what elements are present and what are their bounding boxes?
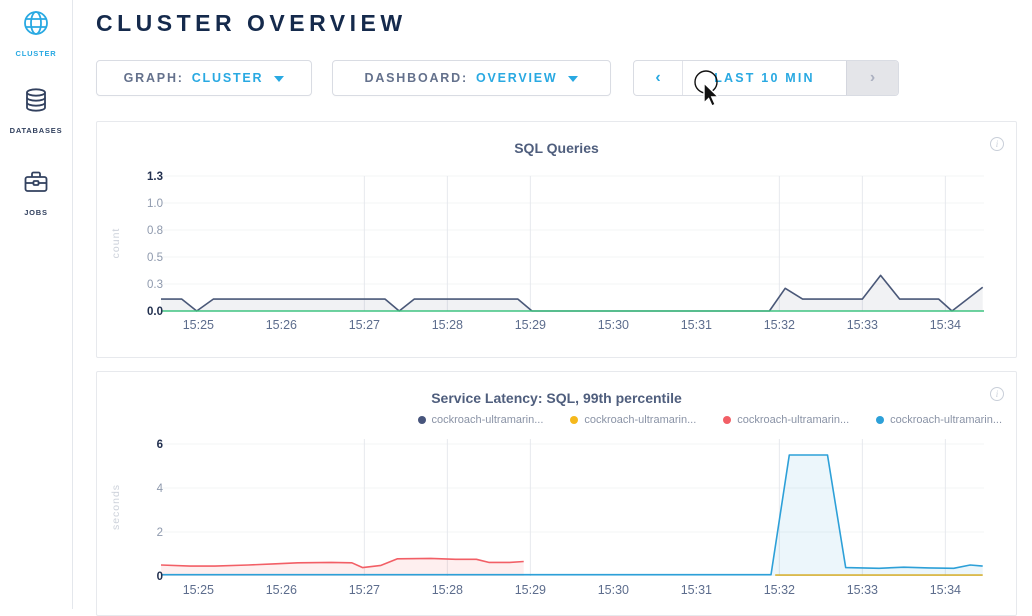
svg-text:15:30: 15:30 xyxy=(598,318,629,332)
svg-text:15:27: 15:27 xyxy=(349,318,380,332)
svg-text:6: 6 xyxy=(157,439,163,451)
svg-text:1.0: 1.0 xyxy=(147,198,163,210)
legend-item[interactable]: cockroach-ultramarin... xyxy=(876,414,1002,426)
time-window-next-button[interactable]: › xyxy=(846,61,898,95)
svg-text:15:31: 15:31 xyxy=(681,583,712,597)
legend-dot-icon xyxy=(876,416,884,424)
svg-text:15:25: 15:25 xyxy=(183,318,214,332)
sql-queries-chart[interactable]: 0.0 0.3 0.5 0.8 1.0 1.3 15:25 15:26 15:27 15:28 15… xyxy=(97,157,1016,347)
svg-text:15:26: 15:26 xyxy=(266,583,297,597)
service-latency-panel: Service Latency: SQL, 99th percentile i … xyxy=(96,371,1017,616)
svg-text:15:26: 15:26 xyxy=(266,318,297,332)
legend-dot-icon xyxy=(570,416,578,424)
svg-text:0.0: 0.0 xyxy=(147,306,163,318)
chevron-down-icon xyxy=(274,76,284,82)
globe-icon xyxy=(22,9,50,37)
legend-label: cockroach-ultramarin... xyxy=(584,414,696,426)
sidebar: CLUSTER DATABASES JOBS xyxy=(0,0,73,609)
time-window-prev-button[interactable]: ‹ xyxy=(634,61,683,95)
legend-item[interactable]: cockroach-ultramarin... xyxy=(723,414,849,426)
svg-text:1.3: 1.3 xyxy=(147,171,163,183)
page-title: CLUSTER OVERVIEW xyxy=(96,10,407,37)
time-window-label[interactable]: LAST 10 MIN xyxy=(683,61,846,95)
svg-text:15:27: 15:27 xyxy=(349,583,380,597)
sidebar-item-jobs[interactable]: JOBS xyxy=(0,168,72,220)
svg-text:15:31: 15:31 xyxy=(681,318,712,332)
sidebar-item-label: CLUSTER xyxy=(15,49,56,58)
legend-dot-icon xyxy=(723,416,731,424)
legend-item[interactable]: cockroach-ultramarin... xyxy=(418,414,544,426)
svg-text:15:34: 15:34 xyxy=(930,583,961,597)
databases-icon xyxy=(22,86,50,114)
dashboard-dropdown-value: OVERVIEW xyxy=(476,71,558,85)
svg-text:15:28: 15:28 xyxy=(432,583,463,597)
svg-text:15:34: 15:34 xyxy=(930,318,961,332)
sidebar-item-cluster[interactable]: CLUSTER xyxy=(0,9,72,61)
dashboard-dropdown[interactable]: DASHBOARD: OVERVIEW xyxy=(332,60,611,96)
chevron-left-icon: ‹ xyxy=(655,69,660,87)
graph-dropdown-value: CLUSTER xyxy=(192,71,264,85)
svg-text:15:32: 15:32 xyxy=(764,583,795,597)
svg-text:15:28: 15:28 xyxy=(432,318,463,332)
svg-text:0: 0 xyxy=(157,571,163,583)
legend-item[interactable]: cockroach-ultramarin... xyxy=(570,414,696,426)
chart-legend: cockroach-ultramarin... cockroach-ultrama… xyxy=(418,414,1003,426)
legend-label: cockroach-ultramarin... xyxy=(890,414,1002,426)
chart-title: Service Latency: SQL, 99th percentile xyxy=(97,390,1016,406)
sql-queries-panel: SQL Queries i 0.0 0.3 0.5 0.8 1.0 1.3 15:25 15:… xyxy=(96,121,1017,358)
info-icon[interactable]: i xyxy=(990,137,1004,151)
service-latency-chart[interactable]: 0 2 4 6 15:25 15:26 15:27 15:28 15:29 15:30 15:31 1… xyxy=(97,431,1016,609)
dashboard-dropdown-label: DASHBOARD: xyxy=(365,71,468,85)
chart-title: SQL Queries xyxy=(97,140,1016,156)
time-window-selector: ‹ LAST 10 MIN › xyxy=(633,60,899,96)
svg-text:0.3: 0.3 xyxy=(147,279,163,291)
svg-text:0.8: 0.8 xyxy=(147,225,163,237)
svg-text:15:29: 15:29 xyxy=(515,318,546,332)
graph-dropdown-label: GRAPH: xyxy=(124,71,184,85)
svg-text:2: 2 xyxy=(157,527,163,539)
svg-text:15:30: 15:30 xyxy=(598,583,629,597)
svg-text:15:33: 15:33 xyxy=(847,318,878,332)
legend-label: cockroach-ultramarin... xyxy=(737,414,849,426)
svg-text:15:32: 15:32 xyxy=(764,318,795,332)
sidebar-item-label: JOBS xyxy=(24,208,48,217)
svg-text:15:29: 15:29 xyxy=(515,583,546,597)
graph-dropdown[interactable]: GRAPH: CLUSTER xyxy=(96,60,312,96)
chevron-down-icon xyxy=(568,76,578,82)
svg-text:4: 4 xyxy=(157,483,164,495)
legend-dot-icon xyxy=(418,416,426,424)
svg-text:count: count xyxy=(110,228,122,259)
svg-text:15:25: 15:25 xyxy=(183,583,214,597)
chevron-right-icon: › xyxy=(870,69,875,87)
info-icon[interactable]: i xyxy=(990,387,1004,401)
svg-text:seconds: seconds xyxy=(110,484,122,530)
sidebar-item-label: DATABASES xyxy=(10,126,63,135)
legend-label: cockroach-ultramarin... xyxy=(432,414,544,426)
briefcase-icon xyxy=(22,168,50,196)
svg-text:15:33: 15:33 xyxy=(847,583,878,597)
sidebar-item-databases[interactable]: DATABASES xyxy=(0,86,72,138)
svg-text:0.5: 0.5 xyxy=(147,252,163,264)
